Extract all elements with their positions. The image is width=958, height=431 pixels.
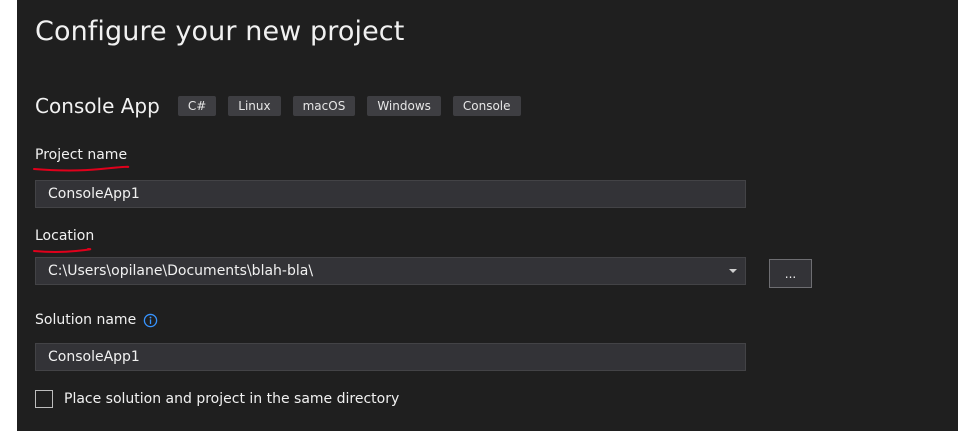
solution-name-label-row: Solution name <box>35 312 158 328</box>
location-dropdown[interactable]: C:\Users\opilane\Documents\blah-bla\ <box>35 257 746 285</box>
tag-console: Console <box>452 96 521 116</box>
project-name-label: Project name <box>35 147 128 163</box>
tag-windows: Windows <box>367 96 441 116</box>
solution-name-label: Solution name <box>35 312 137 328</box>
info-icon[interactable] <box>143 313 158 328</box>
same-directory-label: Place solution and project in the same d… <box>64 391 400 407</box>
project-name-annotation-underline <box>33 165 130 172</box>
chevron-down-icon[interactable] <box>729 269 737 273</box>
tag-linux: Linux <box>228 96 281 116</box>
solution-name-input[interactable]: ConsoleApp1 <box>35 343 746 371</box>
tag-csharp: C# <box>177 96 217 116</box>
same-directory-checkbox[interactable] <box>35 390 53 408</box>
template-name: Console App <box>35 94 160 118</box>
location-value: C:\Users\opilane\Documents\blah-bla\ <box>48 263 314 279</box>
location-label: Location <box>35 228 95 244</box>
tag-macos: macOS <box>292 96 356 116</box>
template-header: Console App C# Linux macOS Windows Conso… <box>35 93 533 119</box>
same-directory-option[interactable]: Place solution and project in the same d… <box>35 390 399 408</box>
project-name-input[interactable]: ConsoleApp1 <box>35 180 746 208</box>
configure-project-dialog: Configure your new project Console App C… <box>17 0 958 431</box>
page-title: Configure your new project <box>35 16 405 47</box>
browse-location-button[interactable]: ... <box>769 259 812 288</box>
location-annotation-underline <box>33 248 92 253</box>
